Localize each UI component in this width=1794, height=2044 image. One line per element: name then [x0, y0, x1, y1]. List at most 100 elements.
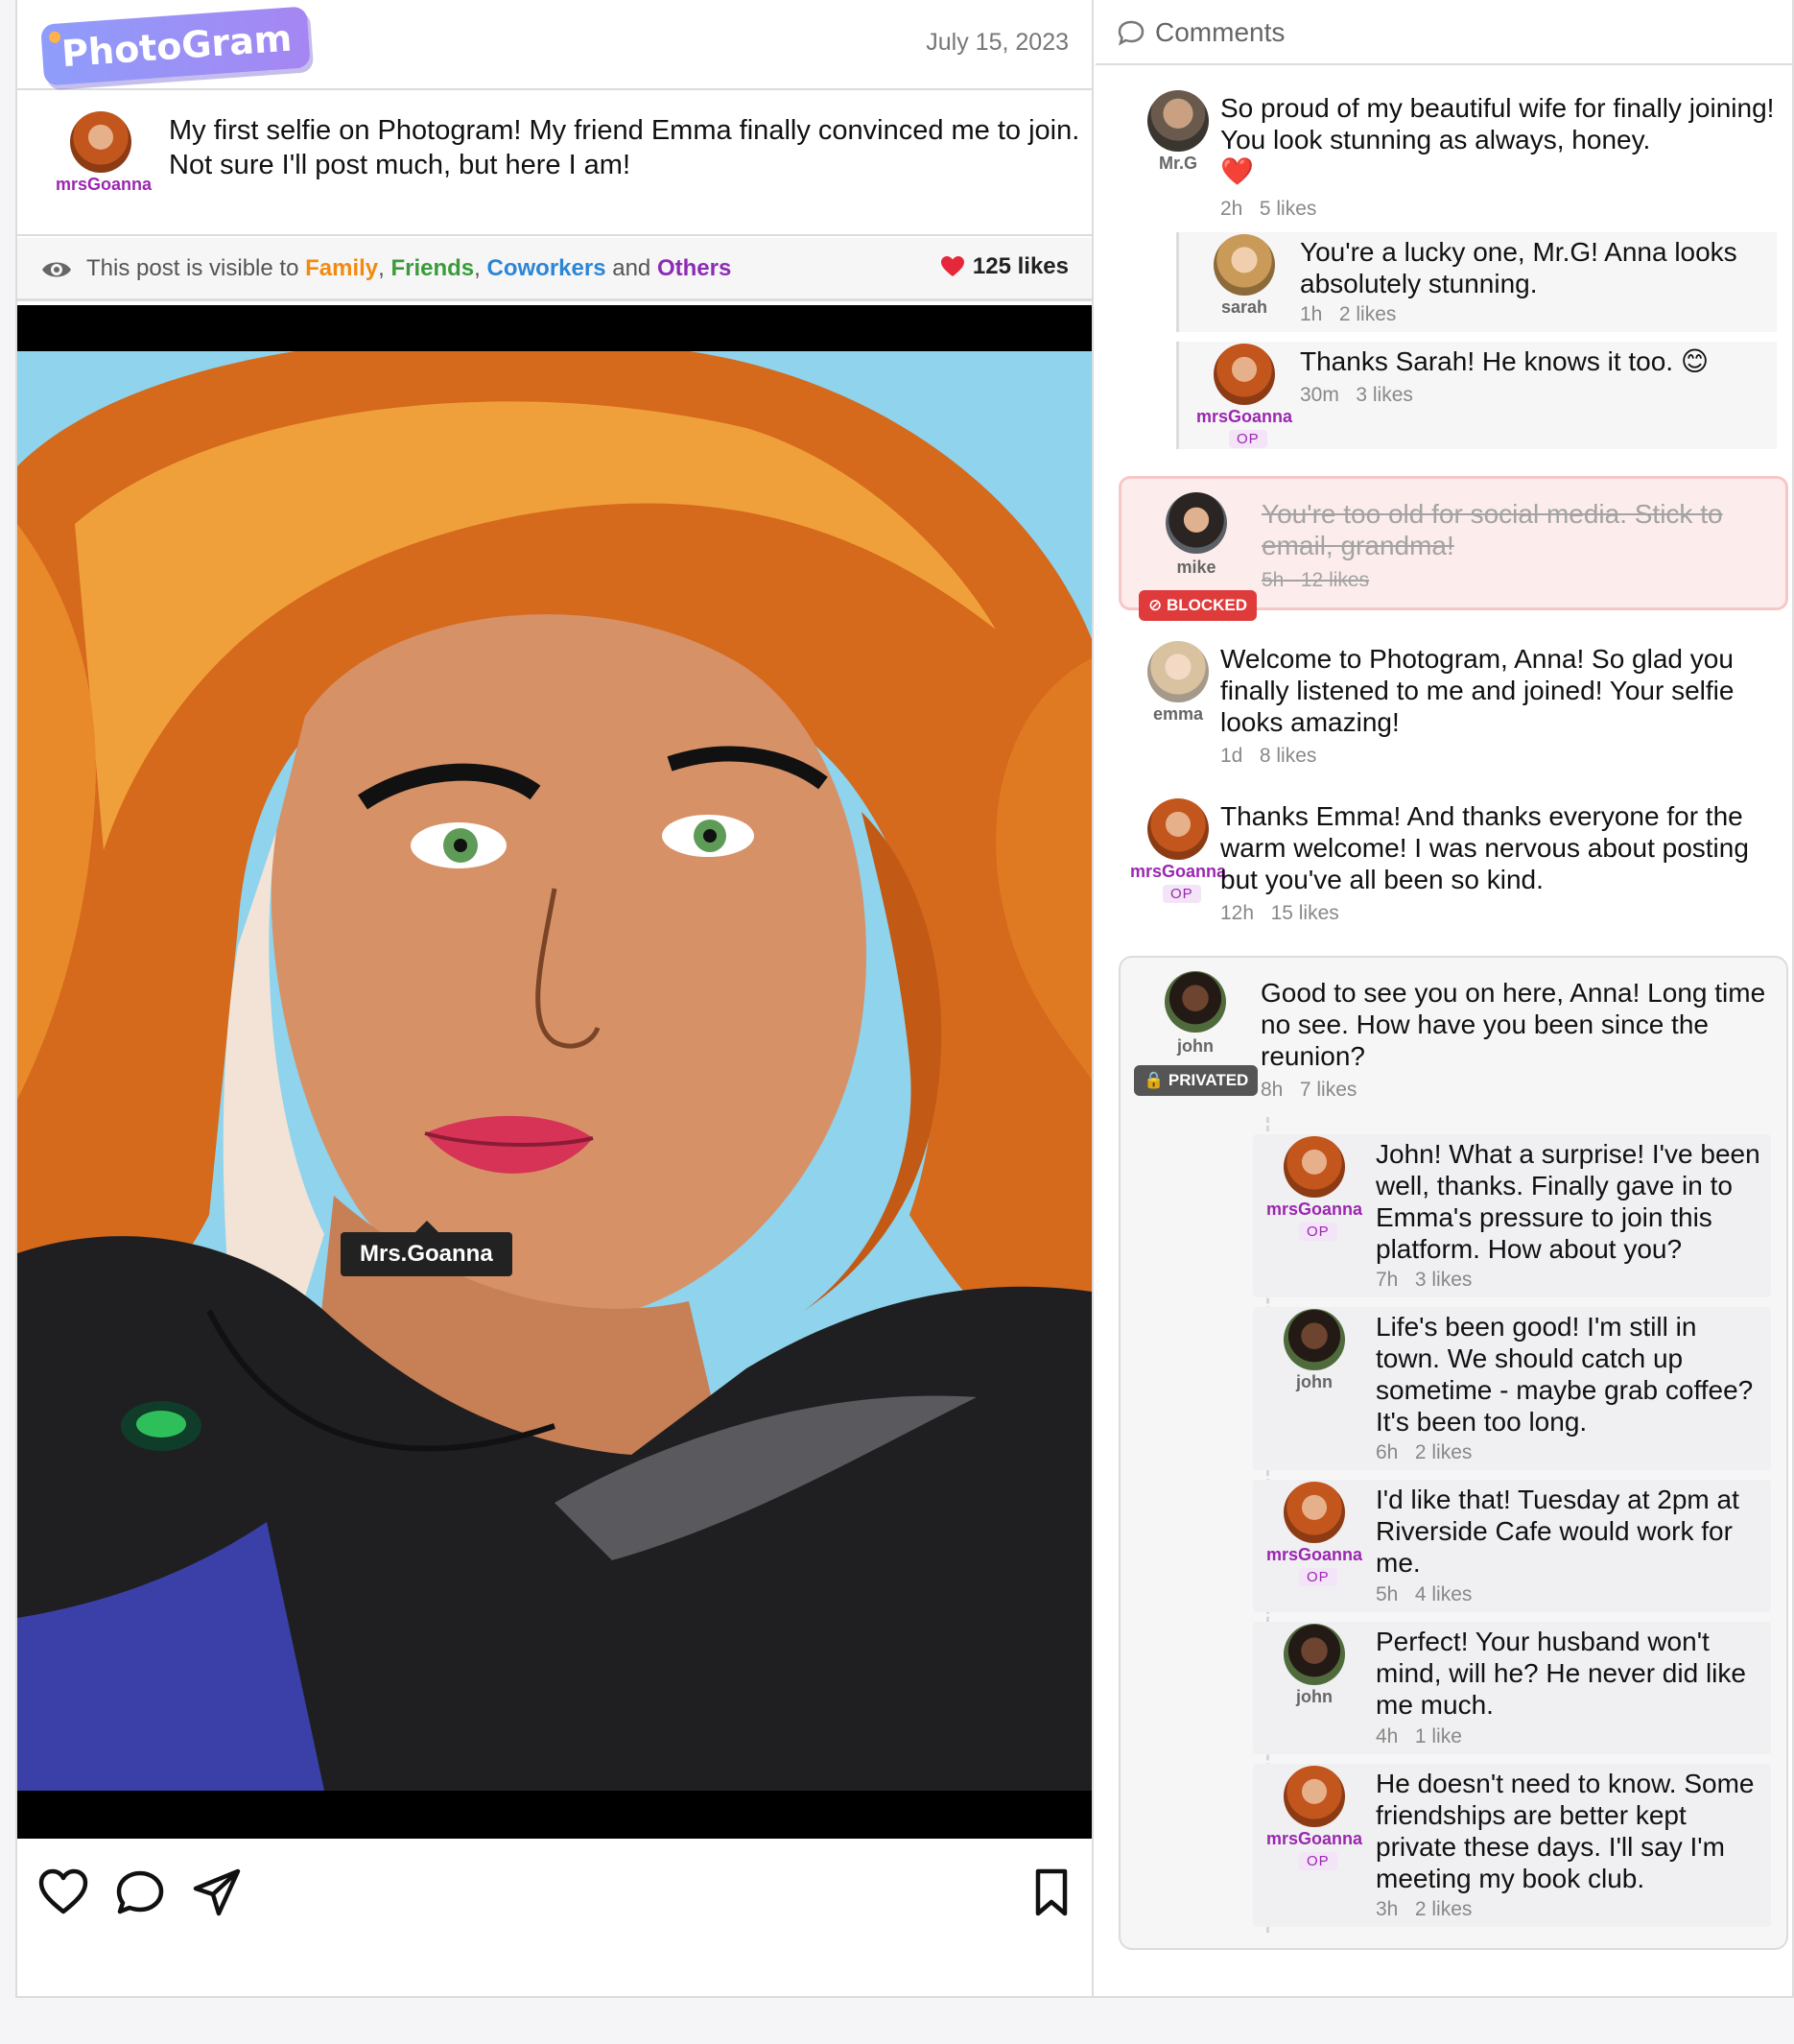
post-author-row: mrsGoanna My first selfie on Photogram! … [17, 92, 1092, 236]
logo-dot [48, 31, 61, 44]
comment-meta: 5h 4 likes [1376, 1583, 1472, 1606]
avatar[interactable] [1284, 1482, 1345, 1543]
post-photo[interactable]: Mrs.Goanna [17, 305, 1092, 1839]
comment-text: Perfect! Your husband won't mind, will h… [1376, 1627, 1746, 1720]
comment-likes[interactable]: 5 likes [1260, 198, 1317, 220]
comment-likes[interactable]: 4 likes [1415, 1583, 1473, 1605]
avatar[interactable] [1284, 1136, 1345, 1198]
avatar[interactable] [1284, 1766, 1345, 1827]
comment-username[interactable]: mrsGoanna [1262, 1200, 1367, 1220]
likes-count[interactable]: 125 likes [940, 253, 1069, 280]
author-avatar[interactable] [70, 111, 131, 173]
comment-likes[interactable]: 3 likes [1356, 384, 1413, 406]
comment-meta: 1d 8 likes [1220, 745, 1316, 768]
comment-meta: 30m 3 likes [1300, 384, 1413, 407]
post-caption: My first selfie on Photogram! My friend … [169, 115, 1080, 180]
comment-likes[interactable]: 15 likes [1271, 902, 1339, 924]
post-actions [17, 1839, 1092, 1954]
blocked-label: BLOCKED [1166, 596, 1248, 614]
comment-username[interactable]: emma [1125, 704, 1231, 725]
reply-item: sarah You're a lucky one, Mr.G! Anna loo… [1176, 232, 1777, 332]
reply-item: mrsGoanna OP John! What a surprise! I've… [1253, 1134, 1771, 1297]
visibility-comma: , [474, 255, 481, 281]
avatar[interactable] [1214, 344, 1275, 405]
comment-username[interactable]: john [1262, 1372, 1367, 1392]
comment-text: You're too old for social media. Stick t… [1262, 499, 1723, 560]
comment-likes[interactable]: 8 likes [1260, 745, 1317, 767]
comments-panel: Comments Mr.G So proud of my beautiful w… [1096, 0, 1794, 1996]
comment-text-body: So proud of my beautiful wife for finall… [1220, 93, 1775, 154]
photo-tag-mrsgoanna[interactable]: Mrs.Goanna [341, 1221, 512, 1276]
audience-family[interactable]: Family [305, 255, 378, 281]
avatar[interactable] [1165, 971, 1226, 1033]
op-badge: OP [1163, 885, 1201, 903]
comment-meta: 8h 7 likes [1261, 1079, 1357, 1102]
comment-meta: 3h 2 likes [1376, 1898, 1472, 1921]
audience-coworkers[interactable]: Coworkers [487, 255, 606, 281]
comment-username[interactable]: mrsGoanna [1125, 862, 1231, 882]
lock-icon: 🔒 [1144, 1071, 1165, 1089]
comment-text: Life's been good! I'm still in town. We … [1376, 1312, 1754, 1437]
avatar[interactable] [1147, 641, 1209, 702]
comment-likes[interactable]: 1 like [1415, 1725, 1462, 1747]
comment-text: Thanks Sarah! He knows it too. 😊 [1300, 346, 1710, 376]
audience-others[interactable]: Others [657, 255, 731, 281]
reply-item: mrsGoanna OP I'd like that! Tuesday at 2… [1253, 1480, 1771, 1612]
comment-likes[interactable]: 3 likes [1415, 1269, 1473, 1291]
comment-text: Thanks Emma! And thanks everyone for the… [1220, 801, 1749, 894]
avatar[interactable] [1284, 1624, 1345, 1685]
comments-header: Comments [1096, 0, 1794, 65]
comment-text: John! What a surprise! I've been well, t… [1376, 1139, 1760, 1264]
op-badge: OP [1299, 1852, 1337, 1870]
post-panel: PhotoGram July 15, 2023 mrsGoanna My fir… [17, 0, 1094, 1996]
comment-username[interactable]: mrsGoanna [1192, 407, 1297, 427]
avatar[interactable] [1284, 1309, 1345, 1370]
comment-username[interactable]: sarah [1192, 297, 1297, 318]
comment-time: 7h [1376, 1269, 1399, 1291]
avatar[interactable] [1147, 90, 1209, 152]
comment-username[interactable]: john [1262, 1687, 1367, 1707]
comment-username[interactable]: mrsGoanna [1262, 1829, 1367, 1849]
avatar[interactable] [1166, 492, 1227, 554]
comment-time: 4h [1376, 1725, 1399, 1747]
avatar[interactable] [1214, 234, 1275, 296]
comment-text: You're a lucky one, Mr.G! Anna looks abs… [1300, 237, 1737, 298]
visibility-and: and [612, 255, 651, 281]
comment-meta: 12h 15 likes [1220, 902, 1339, 925]
comment-meta: 2h 5 likes [1220, 198, 1316, 221]
comment-likes[interactable]: 2 likes [1415, 1441, 1473, 1463]
comment-likes[interactable]: 2 likes [1415, 1898, 1473, 1920]
block-icon: ⊘ [1148, 596, 1163, 614]
bookmark-icon[interactable] [1025, 1866, 1078, 1919]
op-badge: OP [1229, 430, 1267, 448]
author-username[interactable]: mrsGoanna [46, 175, 161, 195]
comment-item: mrsGoanna OP Thanks Emma! And thanks eve… [1096, 795, 1794, 939]
send-icon[interactable] [190, 1866, 244, 1919]
comment-time: 3h [1376, 1898, 1399, 1920]
heart-icon[interactable] [36, 1866, 90, 1919]
private-thread: john 🔒 PRIVATED Good to see you on here,… [1119, 956, 1788, 1950]
comment-likes[interactable]: 2 likes [1339, 303, 1397, 325]
photogram-logo[interactable]: PhotoGram [40, 6, 312, 86]
comment-icon[interactable] [113, 1866, 167, 1919]
selfie-illustration [17, 351, 1092, 1791]
comment-text: He doesn't need to know. Some friendship… [1376, 1769, 1755, 1893]
audience-friends[interactable]: Friends [390, 255, 474, 281]
comment-text: Good to see you on here, Anna! Long time… [1261, 978, 1766, 1071]
comment-username[interactable]: mike [1144, 558, 1249, 578]
comment-username[interactable]: mrsGoanna [1262, 1545, 1367, 1565]
comment-time: 6h [1376, 1441, 1399, 1463]
comment-meta: 1h 2 likes [1300, 303, 1396, 326]
comment-likes[interactable]: 7 likes [1300, 1079, 1357, 1101]
blocked-comment: mike ⊘ BLOCKED You're too old for social… [1119, 476, 1788, 621]
post-date: July 15, 2023 [926, 29, 1069, 56]
post-header: PhotoGram July 15, 2023 [17, 0, 1092, 90]
blocked-badge: ⊘ BLOCKED [1139, 590, 1258, 621]
avatar[interactable] [1147, 798, 1209, 860]
comment-username[interactable]: john [1143, 1036, 1248, 1057]
comment-username[interactable]: Mr.G [1125, 154, 1231, 174]
comment-time: 12h [1220, 902, 1255, 924]
comment-time: 2h [1220, 198, 1243, 220]
comment-likes: 12 likes [1300, 569, 1370, 591]
visibility-text: This post is visible to Family, Friends,… [86, 255, 731, 282]
